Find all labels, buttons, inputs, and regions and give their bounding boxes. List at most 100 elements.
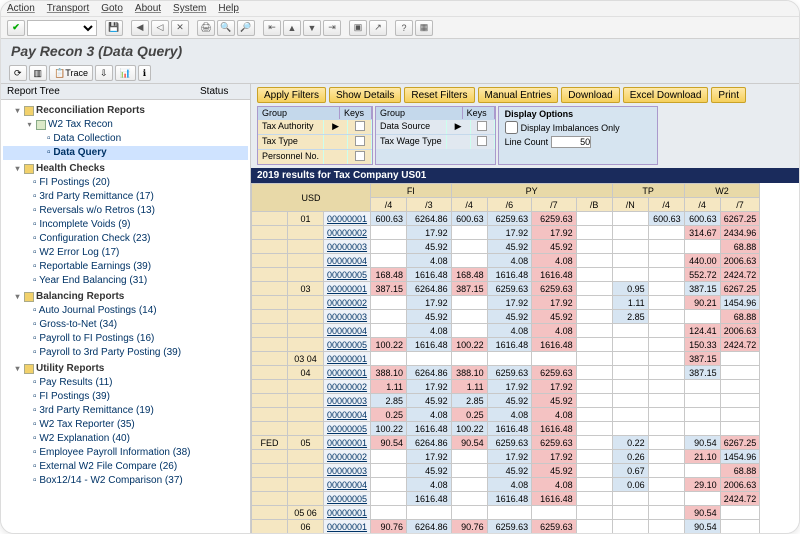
code-link[interactable]: 00000002 [324, 380, 371, 394]
tree-leaf[interactable]: ▫ Configuration Check (23) [3, 232, 248, 246]
exit-icon[interactable]: ◁ [151, 20, 169, 36]
export-icon[interactable]: ⇩ [95, 65, 113, 81]
data-cell [576, 478, 612, 492]
print-icon[interactable]: 🖨 [197, 20, 215, 36]
tree-group[interactable]: ▾ Utility Reports [3, 362, 248, 376]
code-link[interactable]: 00000002 [324, 296, 371, 310]
code-link[interactable]: 00000003 [324, 394, 371, 408]
menu-about[interactable]: About [135, 3, 161, 14]
first-page-icon[interactable]: ⇤ [263, 20, 281, 36]
menu-help[interactable]: Help [218, 3, 239, 14]
menu-transport[interactable]: Transport [47, 3, 89, 14]
line-count-field[interactable]: Line Count [505, 136, 651, 148]
menu-goto[interactable]: Goto [101, 3, 123, 14]
data-cell: 440.00 [684, 254, 720, 268]
layout-icon[interactable]: ▦ [415, 20, 433, 36]
prev-page-icon[interactable]: ▲ [283, 20, 301, 36]
data-cell [576, 464, 612, 478]
tree-leaf[interactable]: ▫ Year End Balancing (31) [3, 274, 248, 288]
chart-icon[interactable]: 📊 [115, 65, 136, 81]
action-button[interactable]: Apply Filters [257, 87, 326, 103]
menu-action[interactable]: Action [7, 3, 35, 14]
code-link[interactable]: 00000001 [324, 212, 371, 226]
back-icon[interactable]: ◀ [131, 20, 149, 36]
next-page-icon[interactable]: ▼ [303, 20, 321, 36]
action-button[interactable]: Manual Entries [478, 87, 559, 103]
code-link[interactable]: 00000005 [324, 422, 371, 436]
tree-leaf[interactable]: ▫ W2 Tax Reporter (35) [3, 418, 248, 432]
tree-leaf[interactable]: ▫ 3rd Party Remittance (17) [3, 190, 248, 204]
data-grid-scroll[interactable]: USDFIPYTPW2/4/3/4/6/7/B/N/4/4/7010000000… [251, 183, 799, 534]
layout-variant-icon[interactable]: ▥ [29, 65, 48, 81]
code-link[interactable]: 00000003 [324, 464, 371, 478]
tree-leaf[interactable]: ▫ Employee Payroll Information (38) [3, 446, 248, 460]
code-link[interactable]: 00000005 [324, 338, 371, 352]
find-next-icon[interactable]: 🔎 [237, 20, 255, 36]
code-link[interactable]: 00000002 [324, 450, 371, 464]
code-link[interactable]: 00000001 [324, 282, 371, 296]
filter-row-item[interactable]: Tax Type [258, 134, 372, 149]
tree-leaf[interactable]: ▫ Reversals w/o Retros (13) [3, 204, 248, 218]
tree-leaf[interactable]: ▫ Payroll to 3rd Party Posting (39) [3, 346, 248, 360]
tree-group[interactable]: ▾ Health Checks [3, 162, 248, 176]
save-icon[interactable]: 💾 [105, 20, 123, 36]
filter-row-item[interactable]: Data Source▶ [376, 119, 495, 134]
code-link[interactable]: 00000004 [324, 408, 371, 422]
tree-leaf[interactable]: ▫ Data Collection [3, 132, 248, 146]
code-link[interactable]: 00000002 [324, 226, 371, 240]
filter-row-item[interactable]: Tax Wage Type [376, 134, 495, 149]
tree-leaf[interactable]: ▫ FI Postings (39) [3, 390, 248, 404]
action-button[interactable]: Show Details [329, 87, 401, 103]
action-button[interactable]: Excel Download [623, 87, 709, 103]
code-link[interactable]: 00000001 [324, 436, 371, 450]
tree-node[interactable]: ▾ W2 Tax Recon [3, 118, 248, 132]
code-link[interactable]: 00000001 [324, 520, 371, 534]
action-button-row: Apply FiltersShow DetailsReset FiltersMa… [251, 84, 799, 106]
tree-leaf[interactable]: ▫ Data Query [3, 146, 248, 160]
last-page-icon[interactable]: ⇥ [323, 20, 341, 36]
report-tree[interactable]: ▾ Reconciliation Reports▾ W2 Tax Recon▫ … [1, 100, 250, 534]
cancel-icon[interactable]: ✕ [171, 20, 189, 36]
help-icon[interactable]: ? [395, 20, 413, 36]
action-button[interactable]: Reset Filters [404, 87, 474, 103]
tree-group[interactable]: ▾ Balancing Reports [3, 290, 248, 304]
tree-group[interactable]: ▾ Reconciliation Reports [3, 104, 248, 118]
find-icon[interactable]: 🔍 [217, 20, 235, 36]
enter-icon[interactable]: ✔ [7, 20, 25, 36]
code-link[interactable]: 00000001 [324, 506, 371, 520]
tree-leaf[interactable]: ▫ Box12/14 - W2 Comparison (37) [3, 474, 248, 488]
code-link[interactable]: 00000004 [324, 478, 371, 492]
tree-leaf[interactable]: ▫ W2 Explanation (40) [3, 432, 248, 446]
new-session-icon[interactable]: ▣ [349, 20, 367, 36]
tree-leaf[interactable]: ▫ Reportable Earnings (39) [3, 260, 248, 274]
filter-row-item[interactable]: Personnel No. [258, 149, 372, 164]
data-cell: 1.11 [612, 296, 648, 310]
tree-leaf[interactable]: ▫ 3rd Party Remittance (19) [3, 404, 248, 418]
code-link[interactable]: 00000001 [324, 352, 371, 366]
tree-leaf[interactable]: ▫ W2 Error Log (17) [3, 246, 248, 260]
shortcut-icon[interactable]: ↗ [369, 20, 387, 36]
code-link[interactable]: 00000004 [324, 324, 371, 338]
refresh-icon[interactable]: ⟳ [9, 65, 27, 81]
tree-leaf[interactable]: ▫ Gross-to-Net (34) [3, 318, 248, 332]
code-link[interactable]: 00000003 [324, 310, 371, 324]
code-link[interactable]: 00000003 [324, 240, 371, 254]
code-link[interactable]: 00000004 [324, 254, 371, 268]
tree-leaf[interactable]: ▫ Auto Journal Postings (14) [3, 304, 248, 318]
info-icon[interactable]: ℹ [138, 65, 151, 81]
filter-row-item[interactable]: Tax Authority▶ [258, 119, 372, 134]
code-link[interactable]: 00000001 [324, 366, 371, 380]
menu-system[interactable]: System [173, 3, 206, 14]
code-link[interactable]: 00000005 [324, 492, 371, 506]
tree-leaf[interactable]: ▫ Pay Results (11) [3, 376, 248, 390]
tree-leaf[interactable]: ▫ Payroll to FI Postings (16) [3, 332, 248, 346]
tree-leaf[interactable]: ▫ FI Postings (20) [3, 176, 248, 190]
command-field[interactable] [27, 20, 97, 36]
tree-leaf[interactable]: ▫ External W2 File Compare (26) [3, 460, 248, 474]
trace-button[interactable]: 📋 Trace [49, 65, 93, 81]
imbalances-checkbox[interactable]: Display Imbalances Only [505, 121, 651, 134]
tree-leaf[interactable]: ▫ Incomplete Voids (9) [3, 218, 248, 232]
code-link[interactable]: 00000005 [324, 268, 371, 282]
action-button[interactable]: Print [711, 87, 746, 103]
action-button[interactable]: Download [561, 87, 619, 103]
